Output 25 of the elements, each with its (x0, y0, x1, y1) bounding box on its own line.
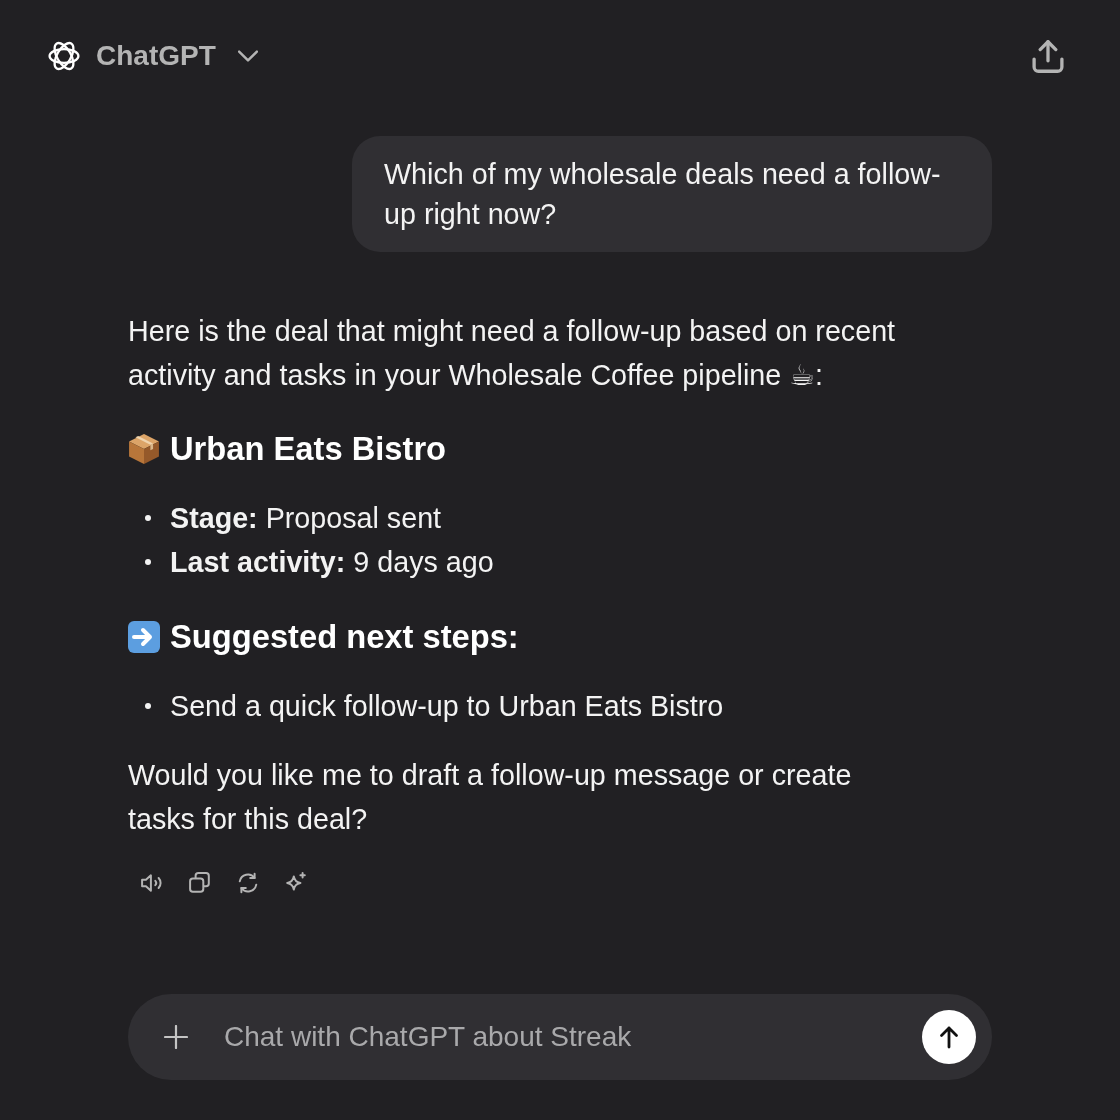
box-icon (128, 433, 160, 465)
sparkle-icon[interactable] (285, 872, 307, 894)
list-item-text: Send a quick follow-up to Urban Eats Bistro (170, 689, 724, 724)
plus-icon[interactable] (164, 1025, 188, 1049)
message-composer[interactable]: Chat with ChatGPT about Streak (128, 994, 992, 1080)
message-input[interactable]: Chat with ChatGPT about Streak (224, 1017, 906, 1057)
chevron-down-icon (237, 50, 258, 62)
bullet-icon (145, 703, 151, 709)
bullet-icon (145, 515, 151, 521)
logo-icon (48, 40, 80, 72)
send-button[interactable] (922, 1010, 976, 1064)
user-message-bubble: Which of my wholesale deals need a follow-up right now? (352, 136, 992, 252)
section-heading: Suggested next steps: (170, 617, 519, 657)
section-heading: Urban Eats Bistro (170, 429, 447, 469)
copy-icon[interactable] (189, 872, 211, 894)
reply-paragraph: Here is the deal that might need a follow-up based on recent activity and tasks in your Wholesale Coffee pipeline ☕: (128, 314, 897, 393)
list-item-text: Last activity: 9 days ago (170, 545, 494, 580)
arrow-up-icon (939, 1025, 959, 1049)
list-item-text: Stage: Proposal sent (170, 501, 442, 536)
bullet-icon (145, 559, 151, 565)
speaker-icon[interactable] (141, 872, 163, 894)
share-icon[interactable] (1032, 39, 1064, 73)
refresh-icon[interactable] (237, 872, 259, 894)
model-picker-button[interactable]: ChatGPT (96, 42, 258, 70)
reply-paragraph: Would you like me to draft a follow-up message or create tasks for this deal? (128, 758, 853, 837)
